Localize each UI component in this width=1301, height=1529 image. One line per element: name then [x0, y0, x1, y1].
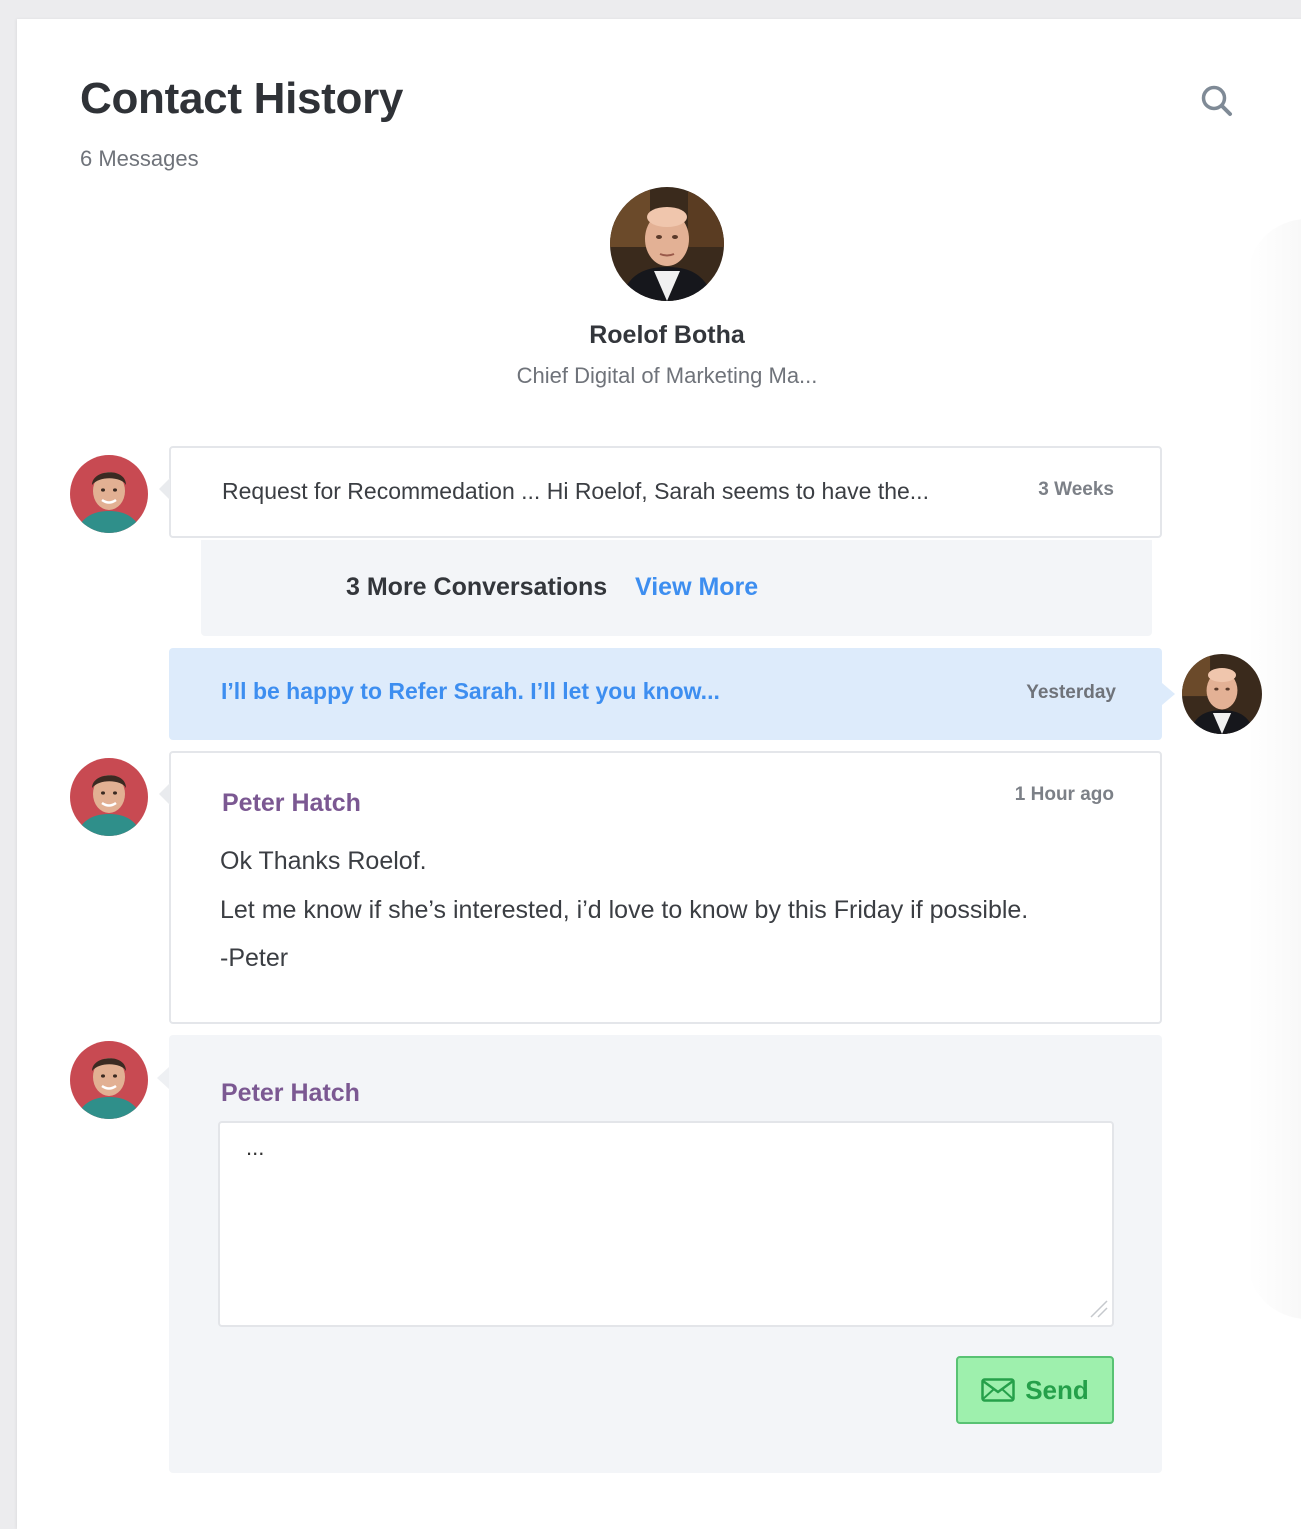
message-body-line: Let me know if she’s interested, i’d lov…: [220, 896, 1029, 924]
compose-sender: Peter Hatch: [221, 1079, 360, 1107]
message-time: 1 Hour ago: [1014, 784, 1114, 805]
compose-textarea[interactable]: ...: [218, 1121, 1114, 1327]
envelope-icon: [981, 1378, 1015, 1402]
search-icon: [1201, 85, 1232, 116]
expanded-message: Peter Hatch 1 Hour ago Ok Thanks Roelof.…: [159, 751, 1162, 1024]
more-conversations-count: 3 More Conversations: [346, 573, 608, 601]
search-button[interactable]: [1197, 81, 1237, 121]
sender-avatar[interactable]: [70, 758, 148, 836]
sender-avatar[interactable]: [70, 1041, 148, 1119]
message-time: 3 Weeks: [1038, 479, 1114, 500]
sender-avatar[interactable]: [70, 455, 148, 533]
page-title: Contact History: [80, 74, 404, 123]
message-item[interactable]: Request for Recommedation ... Hi Roelof,…: [159, 446, 1162, 538]
send-button[interactable]: Send: [956, 1356, 1114, 1424]
reply-preview: I’ll be happy to Refer Sarah. I’ll let y…: [221, 678, 720, 704]
more-conversations-bar: 3 More Conversations View More: [201, 540, 1152, 636]
message-count: 6 Messages: [80, 146, 199, 171]
message-preview: Request for Recommedation ... Hi Roelof,…: [222, 478, 929, 504]
contact-avatar[interactable]: [610, 187, 724, 301]
message-body-line: Ok Thanks Roelof.: [220, 847, 427, 875]
message-signature: -Peter: [220, 944, 289, 972]
contact-role: Chief Digital of Marketing Ma...: [516, 363, 818, 388]
contact-history-panel: Contact History 6 Messages Roelof Botha …: [17, 19, 1301, 1529]
contact-name: Roelof Botha: [589, 321, 745, 349]
send-button-label: Send: [1025, 1374, 1089, 1405]
contact-avatar-small[interactable]: [1182, 654, 1262, 734]
message-sender: Peter Hatch: [222, 789, 361, 817]
view-more-link[interactable]: View More: [635, 573, 758, 602]
reply-message-item[interactable]: I’ll be happy to Refer Sarah. I’ll let y…: [169, 648, 1175, 740]
reply-time: Yesterday: [1026, 682, 1116, 703]
compose-panel: Peter Hatch ... Send: [157, 1035, 1162, 1473]
